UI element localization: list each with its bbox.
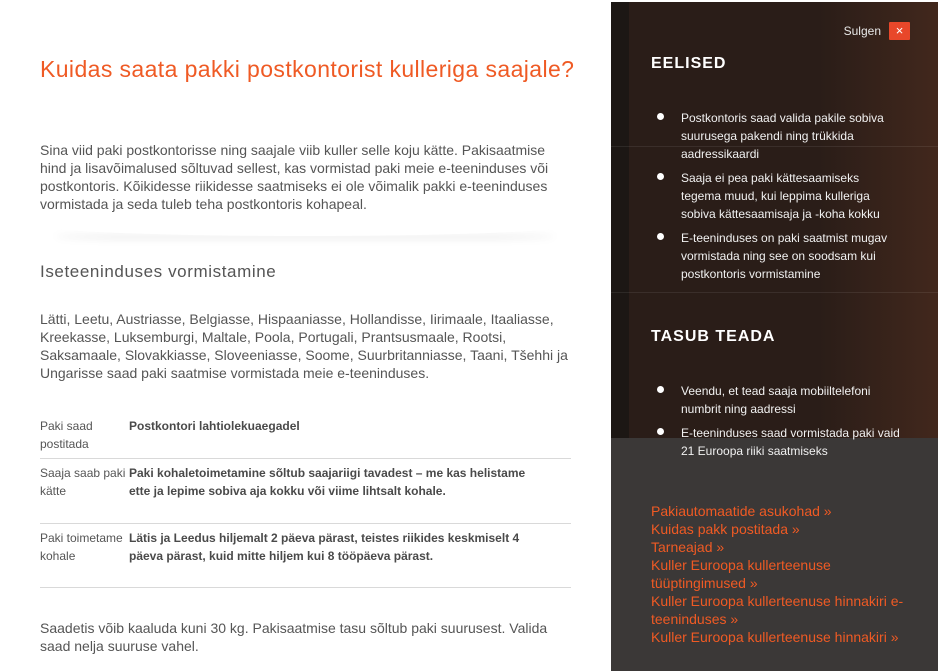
bullet-icon: [657, 233, 664, 240]
link-delivery-times[interactable]: Tarneajad »: [651, 538, 911, 556]
list-item: Postkontoris saad valida pakile sobiva s…: [651, 109, 901, 163]
related-links: Pakiautomaatide asukohad » Kuidas pakk p…: [651, 502, 911, 646]
table-row: Paki toimetame kohale Lätis ja Leedus hi…: [40, 524, 571, 588]
bullet-icon: [657, 428, 664, 435]
link-courier-pricelist-eservice[interactable]: Kuller Euroopa kullerteenuse hinnakiri e…: [651, 592, 911, 628]
section-title: Iseteeninduses vormistamine: [40, 262, 277, 281]
table-row: Paki saad postitada Postkontori lahtiole…: [40, 412, 571, 459]
bullet-icon: [657, 173, 664, 180]
countries-paragraph: Lätti, Leetu, Austriasse, Belgiasse, His…: [40, 311, 568, 381]
row-label: Paki toimetame kohale: [40, 531, 123, 563]
page-title: Kuidas saata pakki postkontorist kulleri…: [40, 56, 575, 82]
list-item: Saaja ei pea paki kättesaamiseks tegema …: [651, 169, 901, 223]
good-to-know-heading: TASUB TEADA: [651, 328, 776, 345]
row-value: Lätis ja Leedus hiljemalt 2 päeva pärast…: [129, 531, 520, 563]
section-divider: [50, 226, 560, 240]
bullet-icon: [657, 113, 664, 120]
close-label[interactable]: Sulgen: [844, 24, 881, 38]
list-item: E-teeninduses on paki saatmist mugav vor…: [651, 229, 901, 283]
row-value: Postkontori lahtiolekuaegadel: [129, 419, 300, 433]
list-item: E-teeninduses saad vormistada paki vaid …: [651, 424, 901, 460]
side-panel: Sulgen × EELISED Postkontoris saad valid…: [611, 2, 938, 671]
link-how-to-post[interactable]: Kuidas pakk postitada »: [651, 520, 911, 538]
benefits-list: Postkontoris saad valida pakile sobiva s…: [651, 109, 901, 289]
link-parcel-machines[interactable]: Pakiautomaatide asukohad »: [651, 502, 911, 520]
info-table: Paki saad postitada Postkontori lahtiole…: [40, 412, 571, 588]
close-control[interactable]: Sulgen ×: [844, 22, 910, 40]
main-content: Kuidas saata pakki postkontorist kulleri…: [0, 0, 611, 671]
row-label: Saaja saab paki kätte: [40, 466, 126, 498]
table-row: Saaja saab paki kätte Paki kohaletoimeta…: [40, 459, 571, 524]
row-value: Paki kohaletoimetamine sõltub saajariigi…: [129, 466, 526, 498]
bullet-icon: [657, 386, 664, 393]
weight-paragraph: Saadetis võib kaaluda kuni 30 kg. Pakisa…: [40, 620, 548, 654]
list-item: Veendu, et tead saaja mobiiltelefoni num…: [651, 382, 901, 418]
row-label: Paki saad postitada: [40, 419, 93, 451]
good-to-know-list: Veendu, et tead saaja mobiiltelefoni num…: [651, 382, 901, 466]
close-icon[interactable]: ×: [889, 22, 910, 40]
link-courier-terms[interactable]: Kuller Euroopa kullerteenuse tüüptingimu…: [651, 556, 911, 592]
link-courier-pricelist[interactable]: Kuller Euroopa kullerteenuse hinnakiri »: [651, 628, 911, 646]
intro-paragraph: Sina viid paki postkontorisse ning saaja…: [40, 142, 549, 212]
benefits-heading: EELISED: [651, 55, 727, 72]
